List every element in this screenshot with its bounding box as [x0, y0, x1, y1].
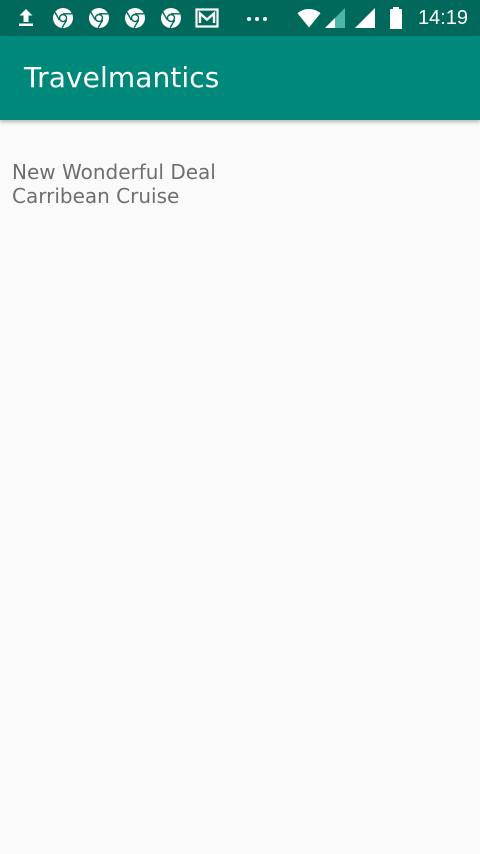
- battery-icon: [384, 6, 408, 30]
- status-bar: 14:19: [0, 0, 480, 36]
- chrome-icon: [123, 6, 147, 30]
- chrome-icon: [87, 6, 111, 30]
- list-item[interactable]: New Wonderful Deal Carribean Cruise: [12, 160, 216, 208]
- deal-title: New Wonderful Deal: [12, 160, 216, 184]
- signal-weak-icon: [323, 6, 347, 30]
- app-bar: Travelmantics: [0, 36, 480, 120]
- wifi-icon: [297, 6, 321, 30]
- signal-icon: [353, 6, 377, 30]
- more-dots-icon: [245, 6, 269, 30]
- gmail-icon: [195, 6, 219, 30]
- status-time: 14:19: [417, 7, 468, 29]
- deal-list: New Wonderful Deal Carribean Cruise: [0, 120, 480, 854]
- chrome-icon: [51, 6, 75, 30]
- upload-icon: [14, 6, 38, 30]
- app-title: Travelmantics: [24, 61, 220, 94]
- deal-subtitle: Carribean Cruise: [12, 184, 180, 208]
- chrome-icon: [159, 6, 183, 30]
